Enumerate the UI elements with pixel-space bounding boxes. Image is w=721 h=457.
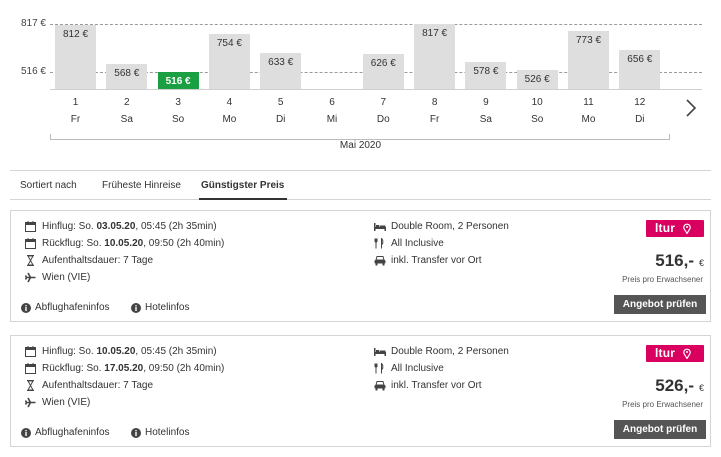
day-column-1[interactable]: 812 € 1 Fr (55, 0, 96, 130)
day-column-11[interactable]: 773 € 11 Mo (568, 0, 609, 130)
price-bar[interactable]: 754 € (208, 34, 250, 89)
day-number: 3 (175, 97, 181, 108)
price-note: Preis pro Erwachsener (622, 400, 703, 409)
calendar-icon (25, 363, 36, 374)
hourglass-icon (27, 380, 34, 391)
calendar-icon (25, 221, 36, 232)
day-weekday: Sa (479, 114, 492, 125)
airplane-icon (25, 272, 36, 283)
day-number: 9 (483, 97, 489, 108)
y-tick-max: 817 € (20, 18, 46, 29)
day-number: 1 (72, 97, 79, 108)
day-weekday: Di (275, 114, 286, 125)
price-bar-label: 754 € (216, 38, 242, 50)
day-weekday: Mo (581, 114, 596, 125)
price-bar[interactable]: 568 € (106, 63, 148, 89)
price-bar-label: 516 € (165, 76, 191, 87)
month-label: Mai 2020 (339, 140, 382, 151)
y-tick-min: 516 € (20, 66, 46, 77)
day-column-6[interactable]: 6 Mi (312, 0, 353, 130)
day-weekday: Fr (70, 114, 81, 125)
price-bar[interactable]: 626 € (362, 54, 404, 89)
price-note: Preis pro Erwachsener (622, 275, 703, 284)
price-bar-label: 812 € (62, 28, 89, 40)
provider-logo: ltur (646, 220, 704, 237)
price-bar[interactable]: 773 € (568, 31, 609, 89)
day-weekday: Do (376, 114, 390, 125)
airplane-icon (25, 397, 36, 408)
day-column-5[interactable]: 633 € 5 Di (260, 0, 302, 130)
price-bar-label: 578 € (473, 66, 499, 78)
offer-card-2: Hinflug: So. 10.05.20, 05:45 (2h 35min) … (10, 335, 711, 447)
check-offer-button[interactable]: Angebot prüfen (614, 420, 706, 439)
location-pin-icon (683, 223, 691, 234)
day-number: 11 (583, 97, 594, 108)
offer-price: 526,- € (655, 376, 704, 395)
calendar-icon (25, 238, 36, 249)
price-bar-selected[interactable]: 516 € (157, 72, 199, 89)
price-bar-label: 773 € (575, 35, 602, 47)
offer-card-1: Hinflug: So. 03.05.20, 05:45 (2h 35min) … (10, 210, 711, 322)
day-weekday: Fr (429, 114, 440, 125)
day-column-7[interactable]: 626 € 7 Do (362, 0, 404, 130)
car-icon (374, 256, 386, 266)
day-column-3[interactable]: 516 € 3 So (157, 0, 199, 130)
provider-logo: ltur (646, 345, 704, 362)
day-column-4[interactable]: 754 € 4 Mo (208, 0, 250, 130)
price-bar-label: 817 € (422, 28, 448, 39)
sort-cheapest-tab[interactable]: Günstigster Preis (201, 180, 284, 191)
day-number: 10 (531, 97, 543, 108)
day-number: 8 (431, 97, 438, 108)
info-icon (21, 428, 31, 438)
day-weekday: Mi (326, 114, 338, 125)
location-pin-icon (683, 348, 691, 359)
price-bar[interactable]: 526 € (516, 70, 558, 89)
check-offer-button[interactable]: Angebot prüfen (614, 295, 706, 314)
info-icon (131, 303, 141, 313)
price-bar[interactable]: 578 € (465, 62, 507, 89)
day-number: 5 (277, 97, 284, 108)
sort-label: Sortiert nach (20, 180, 77, 191)
price-calendar-chart: 817 € 516 € 812 € 1 Fr 568 € 2 Sa 516 € 3 So 754 … (0, 0, 721, 160)
active-sort-indicator (199, 198, 287, 200)
day-weekday: Di (635, 114, 645, 125)
day-column-2[interactable]: 568 € 2 Sa (106, 0, 148, 130)
sort-bar: Sortiert nach Früheste Hinreise Günstigs… (10, 170, 711, 200)
price-bar[interactable]: 633 € (260, 53, 302, 89)
cutlery-icon (374, 238, 384, 249)
calendar-icon (25, 346, 36, 357)
day-weekday: So (531, 114, 544, 125)
day-weekday: Mo (222, 114, 237, 125)
day-number: 7 (380, 97, 387, 108)
chevron-right-icon[interactable] (684, 98, 698, 118)
info-icon (131, 428, 141, 438)
car-icon (374, 381, 386, 391)
bed-icon (374, 348, 386, 356)
day-number: 4 (226, 97, 233, 108)
day-number: 6 (329, 97, 335, 108)
sort-earliest-tab[interactable]: Früheste Hinreise (102, 180, 181, 191)
price-bar-label: 568 € (114, 67, 140, 79)
day-number: 12 (634, 97, 646, 108)
price-bar-label: 526 € (524, 74, 550, 86)
cutlery-icon (374, 363, 384, 374)
price-bar-label: 633 € (268, 57, 294, 69)
price-bar-label: 626 € (370, 58, 396, 70)
offer-price: 516,- € (655, 251, 704, 270)
day-weekday: Sa (120, 114, 133, 125)
day-columns: 812 € 1 Fr 568 € 2 Sa 516 € 3 So 754 € 4 Mo 633 € 5 Di… (55, 0, 671, 130)
day-column-9[interactable]: 578 € 9 Sa (465, 0, 507, 130)
day-column-8[interactable]: 817 € 8 Fr (414, 0, 456, 130)
price-bar-label: 656 € (627, 53, 653, 65)
info-icon (21, 303, 31, 313)
price-bar[interactable]: 656 € (619, 49, 661, 89)
day-number: 2 (124, 97, 130, 108)
price-bar[interactable]: 817 € (414, 24, 456, 89)
day-weekday: So (171, 114, 185, 125)
hourglass-icon (27, 255, 34, 266)
day-column-12[interactable]: 656 € 12 Di (619, 0, 661, 130)
price-bar[interactable]: 812 € (55, 24, 96, 89)
bed-icon (374, 223, 386, 231)
day-column-10[interactable]: 526 € 10 So (516, 0, 558, 130)
